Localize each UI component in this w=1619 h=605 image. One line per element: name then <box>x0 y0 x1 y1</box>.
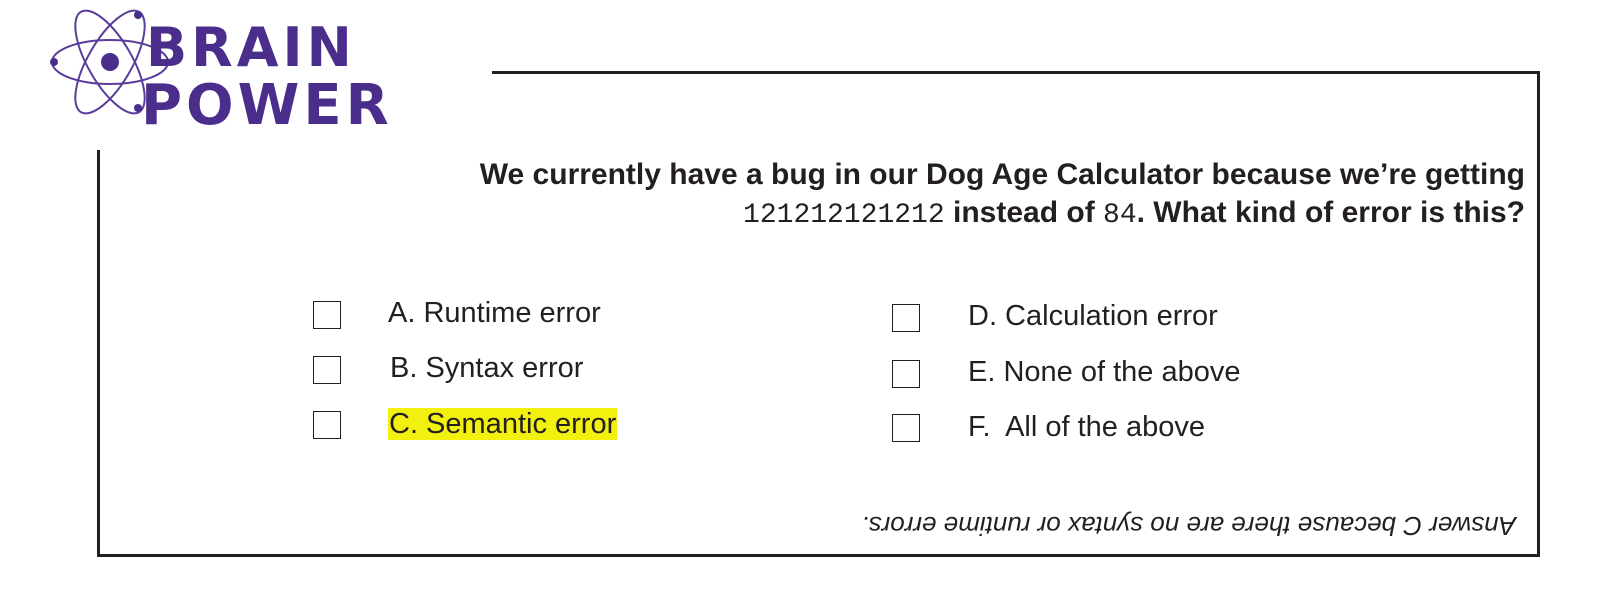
checkbox-e[interactable] <box>892 360 920 388</box>
checkbox-a[interactable] <box>313 301 341 329</box>
option-d-label: D. Calculation error <box>968 300 1218 332</box>
option-b-label: B. Syntax error <box>390 352 584 384</box>
option-a-label: A. Runtime error <box>388 297 601 329</box>
option-f-label: F. All of the above <box>968 411 1205 443</box>
frame-bottom-border <box>97 554 1540 557</box>
checkbox-c[interactable] <box>313 411 341 439</box>
logo-word-power: POWER <box>141 73 393 130</box>
question-line-1: We currently have a bug in our Dog Age C… <box>479 158 1525 191</box>
logo-word-brain: BRAIN <box>146 16 356 79</box>
option-e-label: E. None of the above <box>968 356 1241 388</box>
question-code-wrong: 121212121212 <box>743 200 945 231</box>
question-line-2: 121212121212 instead of 84. What kind of… <box>365 194 1525 235</box>
question-end: . What kind of error is this? <box>1136 196 1525 229</box>
upside-down-answer: Answer C because there are no syntax or … <box>861 511 1516 541</box>
checkbox-d[interactable] <box>892 304 920 332</box>
question-text: We currently have a bug in our Dog Age C… <box>365 156 1525 235</box>
frame-top-border <box>492 71 1540 74</box>
checkbox-b[interactable] <box>313 356 341 384</box>
checkbox-f[interactable] <box>892 414 920 442</box>
question-mid: instead of <box>944 196 1104 229</box>
question-code-right: 84 <box>1103 200 1137 231</box>
option-c-label: C. Semantic error <box>388 407 618 441</box>
brain-power-logo: BRAIN POWER <box>50 9 393 130</box>
frame-left-border <box>97 150 100 557</box>
frame-right-border <box>1537 71 1540 557</box>
highlighted-answer: C. Semantic error <box>388 408 618 440</box>
